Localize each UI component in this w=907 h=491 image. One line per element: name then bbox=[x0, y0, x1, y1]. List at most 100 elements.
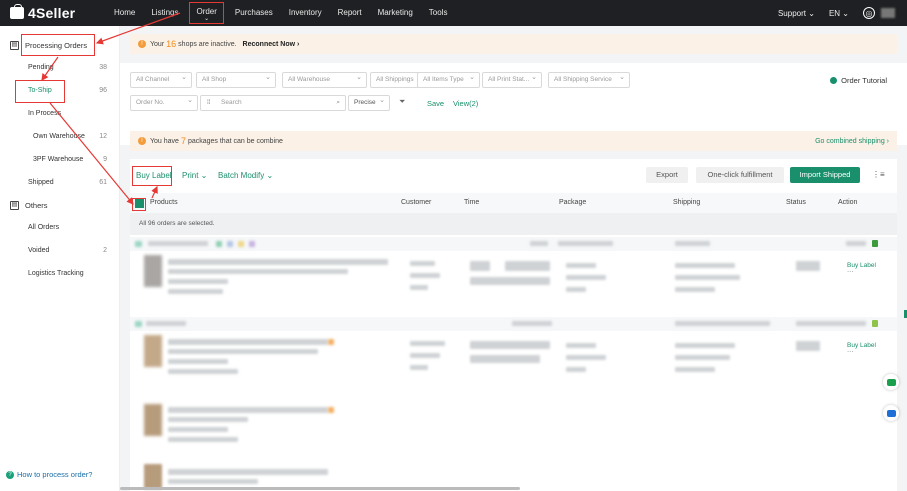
annotation-box-to-ship bbox=[15, 80, 65, 103]
one-click-fulfillment-button[interactable]: One-click fulfillment bbox=[696, 167, 784, 183]
banner-text-post: packages that can be combine bbox=[187, 137, 283, 145]
print-label: Print bbox=[182, 171, 199, 180]
table-header: Products Customer Time Package Shipping … bbox=[130, 193, 897, 213]
search-icon[interactable]: ⌕ bbox=[336, 96, 340, 110]
help-link-label: How to process order? bbox=[17, 470, 93, 479]
column-settings-icon[interactable]: ⋮≡ bbox=[872, 170, 885, 179]
nav-home[interactable]: Home bbox=[106, 0, 143, 26]
sidebar-item-label: All Orders bbox=[28, 224, 60, 231]
batch-modify-menu[interactable]: Batch Modify ⌄ bbox=[218, 171, 273, 180]
shop-select[interactable]: All Shop bbox=[196, 71, 276, 88]
sidebar-item-own-warehouse[interactable]: Own Warehouse 12 bbox=[0, 125, 119, 148]
sidebar-item-label: Logistics Tracking bbox=[28, 270, 84, 277]
search-placeholder: Search bbox=[221, 99, 242, 106]
support-menu[interactable]: Support ⌄ bbox=[778, 9, 815, 18]
banner-text-pre: You have bbox=[150, 137, 179, 145]
screen-share-icon[interactable] bbox=[883, 405, 899, 421]
help-link[interactable]: ? How to process order? bbox=[6, 470, 92, 479]
sidebar-group-others-label: Others bbox=[25, 200, 48, 210]
print-status-select[interactable]: All Print Stat... bbox=[482, 71, 542, 88]
sidebar-item-label: Own Warehouse bbox=[33, 133, 85, 140]
sidebar-group-others[interactable]: ▤ Others bbox=[0, 194, 119, 216]
chevron-down-icon: ⌄ bbox=[204, 16, 210, 22]
search-input[interactable]: ⁞⁞ Search ⌕ bbox=[200, 95, 346, 111]
sidebar-item-count: 2 bbox=[103, 247, 107, 254]
sidebar-item-shipped[interactable]: Shipped 61 bbox=[0, 171, 119, 194]
col-time: Time bbox=[464, 199, 480, 206]
inactive-count: 16 bbox=[166, 39, 177, 49]
precise-select[interactable]: Precise bbox=[348, 94, 390, 111]
sidebar-item-count: 61 bbox=[99, 179, 107, 186]
account-name-blurred bbox=[881, 8, 895, 18]
nav-order[interactable]: Order ⌄ bbox=[189, 2, 224, 24]
warning-icon: ! bbox=[138, 137, 146, 145]
order-header-row bbox=[130, 237, 897, 251]
order-field-select[interactable]: Order No. bbox=[130, 94, 198, 111]
sidebar-item-in-process[interactable]: In Process bbox=[0, 102, 119, 125]
order-header-row bbox=[130, 317, 897, 331]
col-shipping: Shipping bbox=[673, 199, 701, 206]
annotation-box-buy-label bbox=[132, 166, 172, 186]
order-action: Buy Label ··· bbox=[847, 262, 876, 275]
app-name: 4Seller bbox=[28, 5, 76, 21]
app-logo[interactable]: 4Seller bbox=[10, 4, 106, 21]
shop-icon bbox=[872, 240, 878, 247]
sidebar-item-voided[interactable]: Voided 2 bbox=[0, 239, 119, 262]
sidebar-item-label: Voided bbox=[28, 247, 50, 254]
import-shipped-button[interactable]: Import Shipped bbox=[790, 167, 860, 183]
col-action: Action bbox=[838, 199, 858, 206]
sidebar-item-label: Shipped bbox=[28, 179, 54, 186]
print-menu[interactable]: Print ⌄ bbox=[182, 171, 207, 180]
nav-inventory[interactable]: Inventory bbox=[281, 0, 330, 26]
items-type-select[interactable]: All Items Type bbox=[417, 71, 480, 88]
sidebar-item-pending[interactable]: Pending 38 bbox=[0, 56, 119, 79]
nav-purchases[interactable]: Purchases bbox=[227, 0, 281, 26]
nav-listings[interactable]: Listings bbox=[143, 0, 186, 26]
shipping-service-select[interactable]: All Shipping Service bbox=[548, 71, 630, 88]
question-icon: ? bbox=[6, 470, 14, 479]
warning-icon: ! bbox=[138, 40, 146, 48]
filter-icon[interactable]: ⏷ bbox=[399, 97, 405, 107]
reconnect-now-link[interactable]: Reconnect Now › bbox=[243, 41, 300, 48]
order-tutorial-label: Order Tutorial bbox=[841, 76, 887, 85]
sidebar-item-all-orders[interactable]: All Orders bbox=[0, 216, 119, 239]
batch-modify-label: Batch Modify bbox=[218, 171, 265, 180]
sidebar-item-count: 38 bbox=[99, 64, 107, 71]
chat-support-icon[interactable] bbox=[883, 374, 899, 390]
order-tutorial-link[interactable]: Order Tutorial bbox=[830, 76, 887, 85]
go-combined-shipping-link[interactable]: Go combined shipping › bbox=[815, 138, 889, 145]
sidebar-item-3pf-warehouse[interactable]: 3PF Warehouse 9 bbox=[0, 148, 119, 171]
scan-icon: ⁞⁞ bbox=[207, 99, 211, 106]
orders-card: Buy Label Print ⌄ Batch Modify ⌄ Export … bbox=[130, 159, 897, 491]
saved-views-link[interactable]: View(2) bbox=[453, 99, 478, 108]
sidebar-item-label: 3PF Warehouse bbox=[33, 156, 84, 163]
sidebar-item-logistics-tracking[interactable]: Logistics Tracking bbox=[0, 262, 119, 285]
combine-count: 7 bbox=[180, 136, 186, 146]
top-navigation-bar: 4Seller Home Listings Order ⌄ Purchases I… bbox=[0, 0, 907, 26]
main-content: ! Your 16 shops are inactive. Reconnect … bbox=[120, 26, 907, 491]
language-menu[interactable]: EN ⌄ bbox=[829, 9, 849, 18]
calendar-icon: ▤ bbox=[10, 40, 19, 50]
horizontal-scrollbar[interactable] bbox=[120, 487, 520, 490]
nav-report[interactable]: Report bbox=[330, 0, 370, 26]
nav-order-label: Order bbox=[196, 7, 217, 16]
col-package: Package bbox=[559, 199, 587, 206]
banner-text-pre: Your bbox=[150, 40, 165, 48]
support-label: Support bbox=[777, 8, 806, 18]
more-actions-icon[interactable]: ··· bbox=[847, 348, 876, 355]
nav-marketing[interactable]: Marketing bbox=[370, 0, 421, 26]
more-actions-icon[interactable]: ··· bbox=[847, 268, 876, 275]
nav-tools[interactable]: Tools bbox=[421, 0, 456, 26]
save-filter-link[interactable]: Save bbox=[427, 99, 444, 108]
tutorial-icon bbox=[830, 77, 838, 84]
annotation-box-processing bbox=[21, 34, 95, 56]
col-products: Products bbox=[150, 199, 178, 206]
sidebar-item-count: 96 bbox=[99, 87, 107, 94]
account-avatar-icon[interactable]: ◎ bbox=[863, 7, 875, 19]
combine-packages-banner: ! You have 7 packages that can be combin… bbox=[130, 131, 897, 151]
export-button[interactable]: Export bbox=[646, 167, 688, 183]
language-label: EN bbox=[828, 8, 841, 18]
annotation-box-checkbox bbox=[132, 198, 146, 211]
warehouse-select[interactable]: All Warehouse bbox=[282, 71, 367, 88]
channel-select[interactable]: All Channel bbox=[130, 71, 192, 88]
